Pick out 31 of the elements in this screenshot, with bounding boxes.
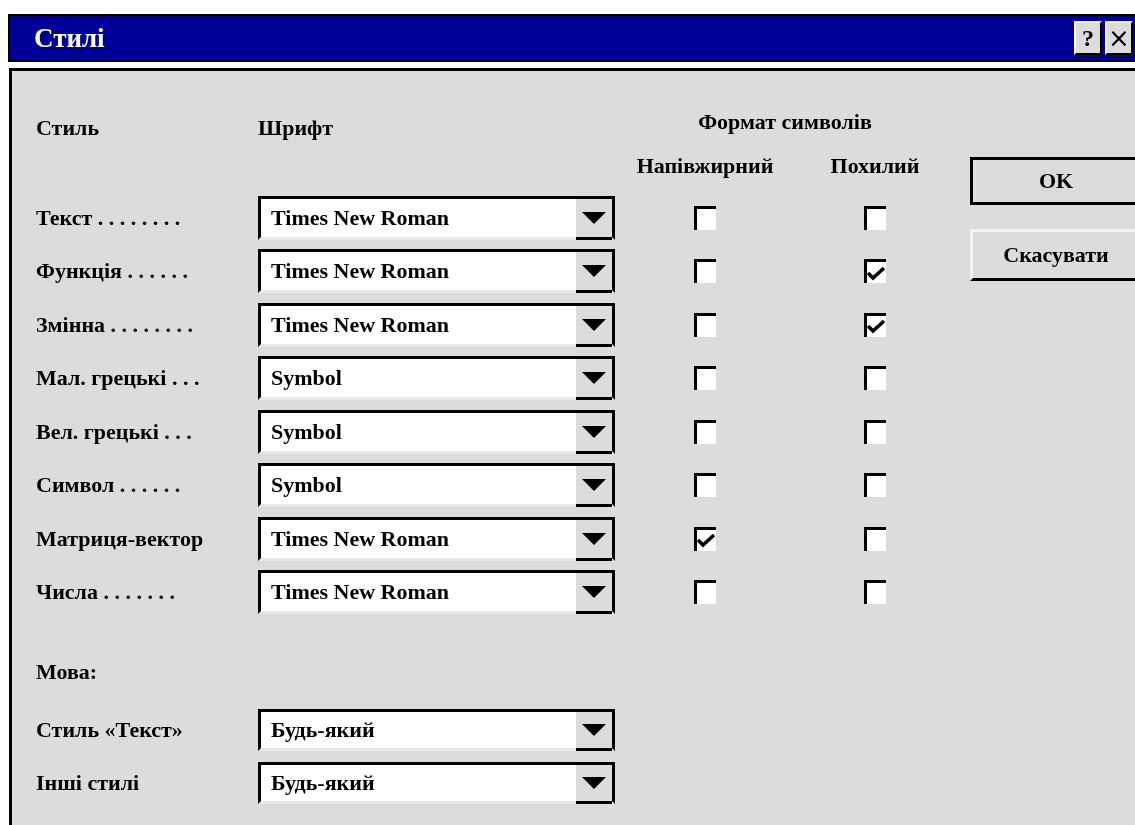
language-dropdown[interactable]: Будь-який — [258, 761, 615, 804]
style-label: Мал. грецькі . . . — [36, 365, 201, 392]
language-label: Мова: — [36, 659, 99, 685]
cancel-button[interactable]: Скасувати — [970, 229, 1135, 281]
close-button[interactable]: × — [1105, 21, 1133, 55]
style-label: Вел. грецькі . . . — [36, 418, 193, 445]
ok-button[interactable]: OK — [970, 157, 1135, 205]
style-label: Матриця-вектор — [36, 525, 205, 552]
language-dropdown[interactable]: Будь-який — [258, 708, 615, 751]
font-dropdown[interactable]: Times New Roman — [258, 249, 615, 294]
language-style-label: Інші стилі — [36, 769, 141, 796]
style-label: Функція . . . . . . — [36, 258, 189, 285]
font-dropdown[interactable]: Times New Roman — [258, 516, 615, 561]
font-dropdown[interactable]: Times New Roman — [258, 570, 615, 615]
font-dropdown[interactable]: Symbol — [258, 409, 615, 454]
font-dropdown[interactable]: Symbol — [258, 356, 615, 401]
style-label: Символ . . . . . . — [36, 472, 182, 499]
column-header: Шрифт — [258, 115, 335, 141]
font-dropdown[interactable]: Times New Roman — [258, 195, 615, 240]
font-dropdown[interactable]: Times New Roman — [258, 302, 615, 347]
window-title: Стилі — [33, 22, 105, 54]
column-header: Стиль — [36, 115, 101, 141]
column-header: Похилий — [830, 153, 920, 179]
column-header: Напівжирний — [636, 153, 774, 179]
help-button[interactable]: ? — [1074, 21, 1102, 55]
style-label: Змінна . . . . . . . . — [36, 311, 195, 338]
column-header: Формат символів — [698, 109, 872, 135]
style-label: Текст . . . . . . . . — [36, 204, 182, 231]
font-dropdown[interactable]: Symbol — [258, 463, 615, 508]
style-label: Числа . . . . . . . — [36, 579, 176, 606]
language-style-label: Стиль «Текст» — [36, 716, 184, 743]
